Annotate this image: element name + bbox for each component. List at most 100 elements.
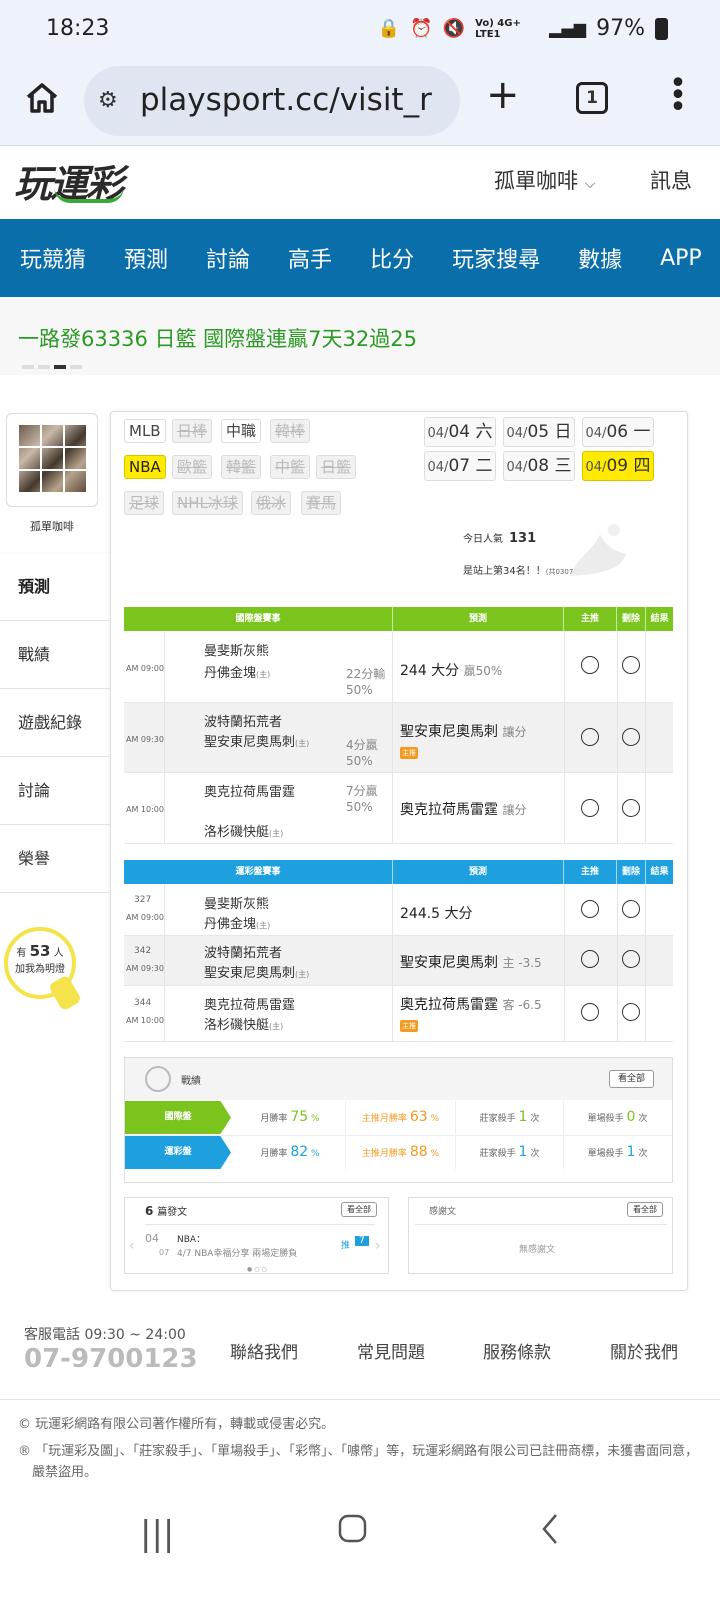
- league-tab[interactable]: MLB: [124, 419, 166, 443]
- nav-item[interactable]: 玩家搜尋: [432, 242, 540, 274]
- delete-radio[interactable]: [622, 950, 640, 968]
- carousel-dot[interactable]: [22, 365, 34, 369]
- away-team: 曼斐斯灰熊: [204, 644, 270, 659]
- bookie-killer-label: 莊家殺手: [479, 1114, 516, 1124]
- messages-link[interactable]: 訊息: [650, 165, 692, 195]
- single-killer-label: 單場殺手: [587, 1114, 624, 1124]
- main-pick-radio[interactable]: [581, 799, 599, 817]
- site-settings-icon[interactable]: ⚙: [98, 88, 118, 113]
- tab-switcher-button[interactable]: 1: [576, 82, 608, 114]
- home-button-icon[interactable]: [338, 1514, 368, 1544]
- thanks-view-all-button[interactable]: 看全部: [627, 1202, 663, 1217]
- main-pick-radio[interactable]: [581, 950, 599, 968]
- more-menu-icon[interactable]: • • •: [668, 69, 688, 123]
- footer-link[interactable]: 關於我們: [610, 1338, 678, 1363]
- odds-pct: 50%: [346, 683, 373, 697]
- chevron-right-icon[interactable]: ›: [375, 1238, 381, 1254]
- nav-item[interactable]: APP: [640, 246, 702, 271]
- record-title: 戰績: [181, 1076, 201, 1087]
- nav-item[interactable]: 討論: [186, 242, 250, 274]
- home-team-name: 聖安東尼奧馬刺: [204, 735, 296, 750]
- carousel-dot[interactable]: [38, 365, 50, 369]
- date-tab-selected[interactable]: 04/09 四: [582, 451, 654, 481]
- prediction-pick: 聖安東尼奧馬刺: [400, 724, 498, 740]
- carousel-dot[interactable]: [70, 365, 82, 369]
- network-label: Vo) 4G+ LTE1: [475, 17, 521, 40]
- main-pick-radio[interactable]: [581, 900, 599, 918]
- main-win-value: 63: [409, 1109, 428, 1125]
- record-row: 運彩盤 月勝率 82 % 主推月勝率 88 % 莊家殺手 1 次 單場殺手 1 …: [125, 1135, 672, 1169]
- posts-view-all-button[interactable]: 看全部: [341, 1202, 377, 1217]
- side-item-honor[interactable]: 榮譽: [0, 825, 112, 893]
- side-item-predict[interactable]: 預測: [0, 553, 112, 621]
- prediction-sub: 主 -3.5: [502, 956, 542, 970]
- date-tab[interactable]: 04/07 二: [424, 451, 496, 481]
- announcement-text[interactable]: 一路發63336 日籃 國際盤連贏7天32過25: [18, 323, 417, 353]
- home-team-name: 聖安東尼奧馬刺: [204, 966, 296, 981]
- recent-apps-icon[interactable]: |||: [140, 1514, 174, 1554]
- post-league: NBA：: [177, 1235, 206, 1245]
- chevron-left-icon[interactable]: ‹: [129, 1238, 135, 1254]
- home-icon[interactable]: [24, 80, 60, 116]
- main-pick-radio[interactable]: [581, 656, 599, 674]
- bookie-killer-label: 莊家殺手: [479, 1149, 516, 1159]
- avatar[interactable]: [6, 413, 98, 507]
- date-day: 08 三: [527, 456, 572, 476]
- back-icon[interactable]: [540, 1512, 560, 1546]
- address-bar[interactable]: ⚙ playsport.cc/visit_r: [84, 66, 460, 136]
- main-pick-radio[interactable]: [581, 728, 599, 746]
- single-killer: 單場殺手 1 次: [563, 1136, 671, 1169]
- away-team: 奧克拉荷馬雷霆: [204, 998, 296, 1013]
- side-item-discussion[interactable]: 討論: [0, 757, 112, 825]
- thanks-box: 感謝文 看全部 無感謝文: [408, 1197, 673, 1274]
- delete-radio[interactable]: [622, 900, 640, 918]
- user-name: 孤單咖啡: [494, 169, 578, 193]
- main-pick-radio[interactable]: [581, 1003, 599, 1021]
- home-team-name: 洛杉磯快艇: [204, 1018, 270, 1033]
- thanks-title: 感謝文: [429, 1207, 457, 1217]
- date-tab[interactable]: 04/08 三: [503, 451, 575, 481]
- post-date-day: 07: [159, 1248, 170, 1257]
- push-count: 7: [355, 1236, 369, 1246]
- pct-sign: %: [430, 1114, 440, 1124]
- date-tab[interactable]: 04/05 日: [503, 417, 575, 447]
- post-title[interactable]: 4/7 NBA幸福分享 兩場定勝負: [177, 1246, 297, 1259]
- league-tab[interactable]: 中職: [221, 419, 262, 443]
- date-tab[interactable]: 04/04 六: [424, 417, 496, 447]
- league-tab: 足球: [124, 491, 165, 515]
- league-tab: NHL冰球: [172, 491, 243, 515]
- nav-item[interactable]: 數據: [558, 242, 622, 274]
- user-menu[interactable]: 孤單咖啡 ⌵: [494, 165, 595, 195]
- table-row: 327 AM 09:00 曼斐斯灰熊 丹佛金塊(主) 244.5 大分: [124, 885, 673, 936]
- footer-link[interactable]: 常見問題: [357, 1338, 425, 1363]
- nav-item[interactable]: 玩競猜: [0, 242, 86, 274]
- league-tab: 韓棒: [270, 419, 311, 443]
- delete-radio[interactable]: [622, 799, 640, 817]
- delete-radio[interactable]: [622, 1003, 640, 1021]
- side-item-game-log[interactable]: 遊戲紀錄: [0, 689, 112, 757]
- view-all-button[interactable]: 看全部: [609, 1070, 655, 1088]
- col-header: 刪除: [617, 860, 646, 884]
- footer-link[interactable]: 聯絡我們: [230, 1338, 298, 1363]
- nav-item[interactable]: 預測: [104, 242, 168, 274]
- system-nav-bar: |||: [0, 1488, 720, 1600]
- date-tab[interactable]: 04/06 一: [582, 417, 654, 447]
- game-time: AM 09:00: [126, 913, 164, 922]
- table-row: 342 AM 09:30 波特蘭拓荒者 聖安東尼奧馬刺(主) 聖安東尼奧馬刺 主…: [124, 936, 673, 986]
- follow-bulb-button[interactable]: 有 53 人 加我為明燈: [4, 927, 76, 999]
- delete-radio[interactable]: [622, 656, 640, 674]
- league-tab-selected[interactable]: NBA: [124, 455, 166, 479]
- side-item-record[interactable]: 戰績: [0, 621, 112, 689]
- nav-item[interactable]: 比分: [350, 242, 414, 274]
- new-tab-icon[interactable]: +: [486, 72, 520, 118]
- carousel-dot[interactable]: [54, 365, 66, 369]
- footer-link[interactable]: 服務條款: [483, 1338, 551, 1363]
- col-header: 主推: [564, 607, 617, 631]
- delete-radio[interactable]: [622, 728, 640, 746]
- nav-item[interactable]: 高手: [268, 242, 332, 274]
- posts-count: 6 篇發文: [145, 1203, 187, 1218]
- prediction-pick: 奧克拉荷馬雷霆: [400, 802, 498, 818]
- record-box: 戰績 看全部 國際盤 月勝率 75 % 主推月勝率 63 % 莊家殺手 1 次 …: [124, 1057, 673, 1183]
- service-phone[interactable]: 07-9700123: [24, 1344, 198, 1374]
- prediction-sub: 讓分: [502, 803, 527, 817]
